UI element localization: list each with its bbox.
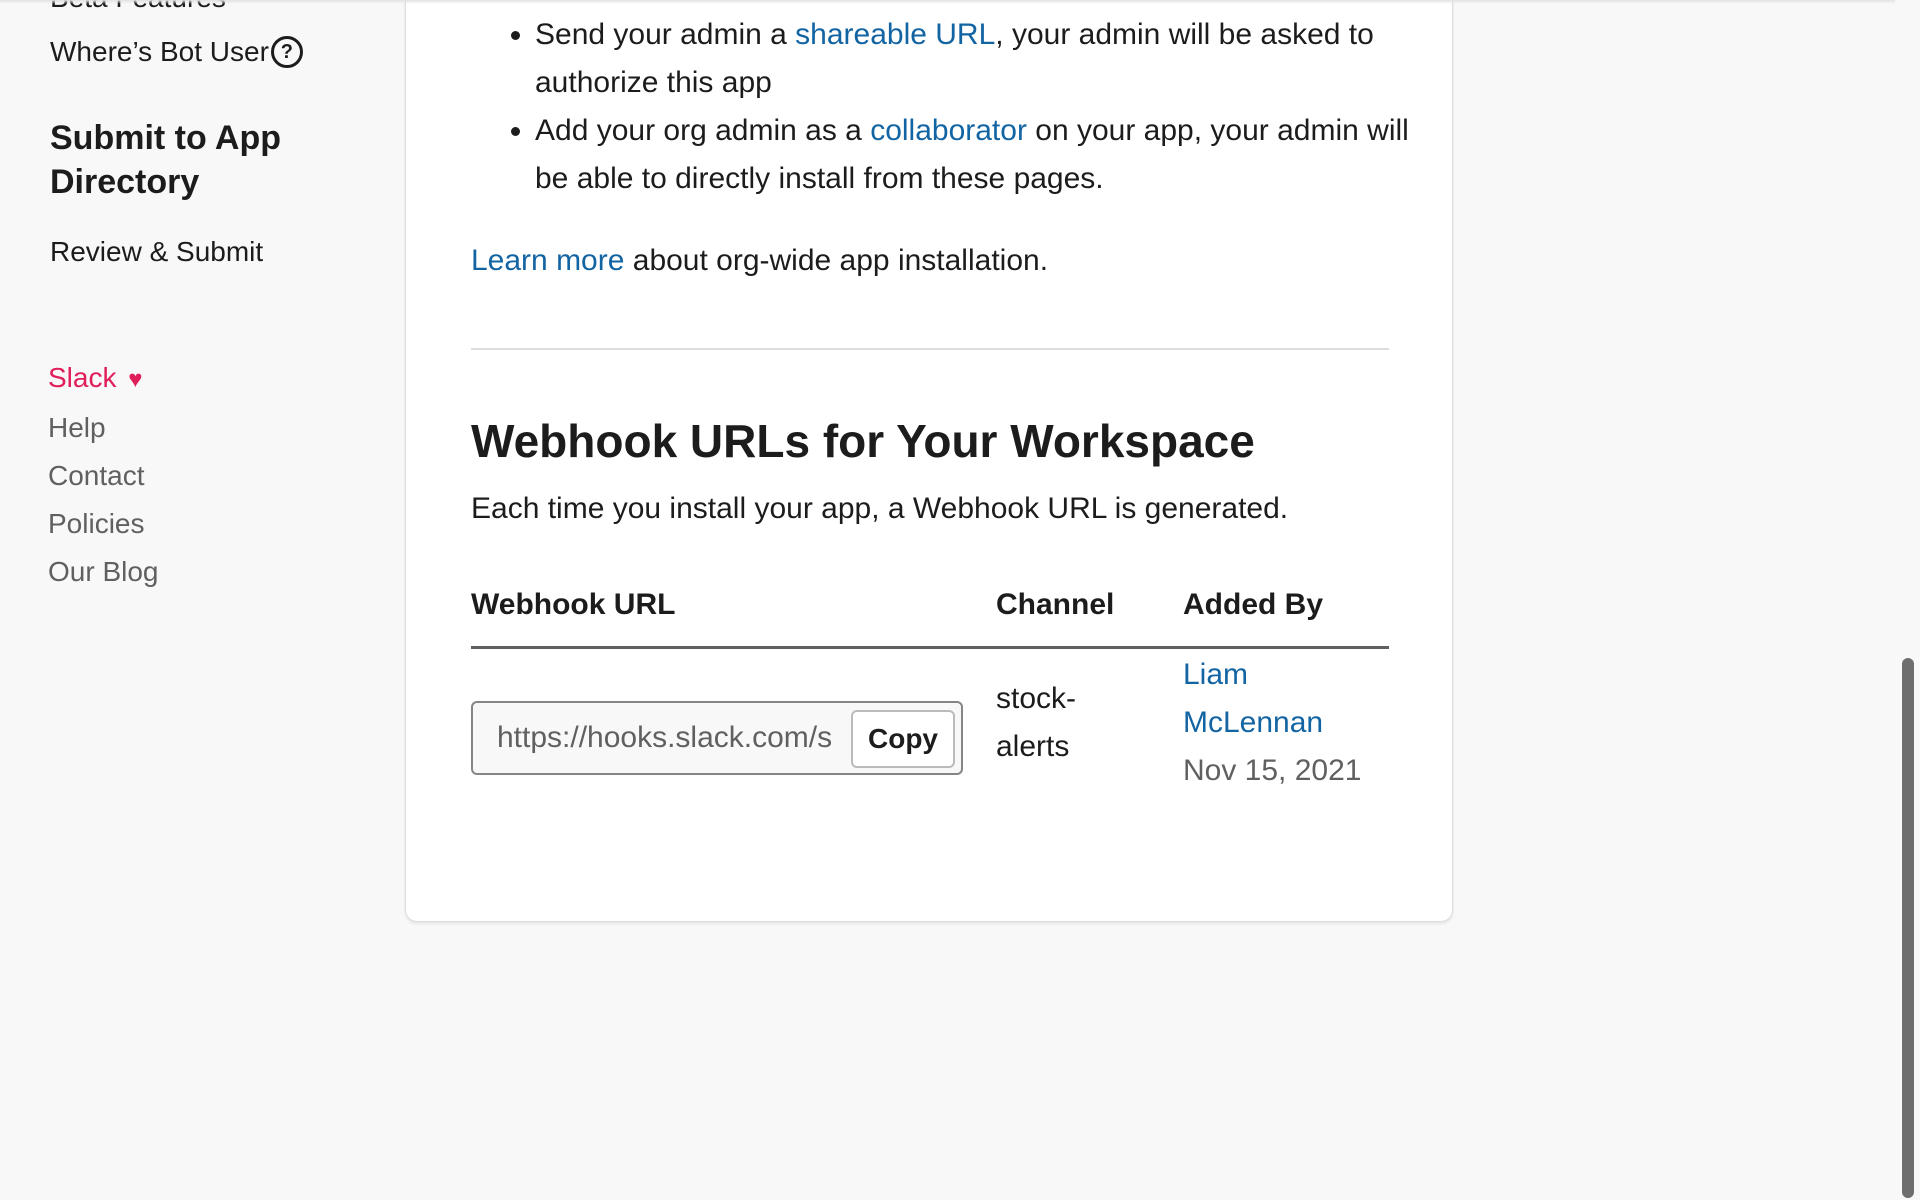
footer-link-label: Slack [48,362,117,393]
added-date: Nov 15, 2021 [1183,754,1362,787]
list-item: Send your admin a shareable URL, your ad… [535,11,1435,107]
heart-icon: ♥ [128,366,143,393]
channel-cell: stock-alerts [996,682,1077,763]
learn-more-text: about org-wide app installation. [624,244,1049,277]
added-by-user-link[interactable]: Liam McLennan [1183,658,1323,739]
footer-link-help[interactable]: Help [48,404,159,452]
added-by-cell: Liam McLennan Nov 15, 2021 [1183,651,1383,795]
section-title: Webhook URLs for Your Workspace [471,415,1255,467]
copy-button[interactable]: Copy [851,710,955,768]
sidebar-heading-submit: Submit to App Directory [50,119,282,201]
column-header-webhook-url: Webhook URL [471,588,676,621]
learn-more-paragraph: Learn more about org-wide app installati… [471,237,1048,285]
learn-more-link[interactable]: Learn more [471,244,624,277]
footer-link-policies[interactable]: Policies [48,500,159,548]
shareable-url-link[interactable]: shareable URL [795,18,995,51]
footer-link-contact[interactable]: Contact [48,452,159,500]
header-shadow [0,0,1895,4]
sidebar: Beta Features Where’s Bot User ? Submit … [0,0,400,1200]
sidebar-item-review-submit[interactable]: Review & Submit [50,234,263,270]
scrollbar[interactable] [1896,0,1920,1200]
content-card: Send your admin a shareable URL, your ad… [405,0,1453,922]
column-header-channel: Channel [996,588,1115,621]
section-subtitle: Each time you install your app, a Webhoo… [471,492,1289,525]
webhook-url-value[interactable]: https://hooks.slack.com/s [497,703,849,773]
install-options-list: Send your admin a shareable URL, your ad… [471,11,1435,203]
webhook-table-header: Webhook URL Channel Added By [471,583,1389,643]
scrollbar-thumb[interactable] [1902,658,1914,1198]
column-header-added-by: Added By [1183,588,1324,621]
collaborator-link[interactable]: collaborator [870,114,1027,147]
sidebar-item-bot-user[interactable]: Where’s Bot User ? [50,34,303,70]
table-row: https://hooks.slack.com/s Copy stock-ale… [471,649,1389,809]
list-item: Add your org admin as a collaborator on … [535,107,1435,203]
bullet-text: Send your admin a [535,18,796,51]
sidebar-item-label: Where’s Bot User [50,36,269,67]
webhook-url-field[interactable]: https://hooks.slack.com/s Copy [471,701,963,775]
footer-links: Slack ♥ Help Contact Policies Our Blog [48,354,159,596]
bullet-text: Add your org admin as a [535,114,871,147]
footer-link-our-blog[interactable]: Our Blog [48,548,159,596]
section-divider [471,348,1389,350]
help-circle-icon[interactable]: ? [270,36,303,68]
footer-link-slack[interactable]: Slack ♥ [48,354,159,404]
